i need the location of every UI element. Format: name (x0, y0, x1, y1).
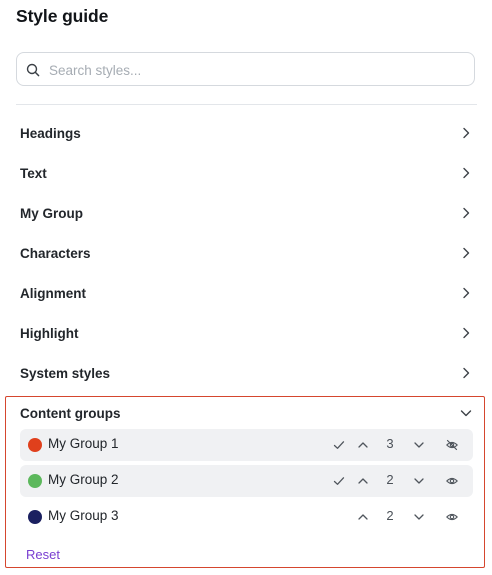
page-title: Style guide (16, 6, 109, 26)
chevron-up-icon[interactable] (357, 511, 369, 523)
group-name: My Group 3 (48, 508, 119, 523)
section-characters[interactable]: Characters (20, 241, 472, 265)
chevron-right-icon (463, 327, 470, 339)
group-color-dot (28, 474, 42, 488)
group-color-dot (28, 510, 42, 524)
chevron-down-icon[interactable] (413, 439, 425, 451)
section-label: Text (20, 165, 47, 181)
eye-off-icon[interactable] (446, 439, 458, 451)
chevron-right-icon (463, 167, 470, 179)
group-count: 2 (386, 508, 394, 523)
eye-icon[interactable] (446, 511, 458, 523)
chevron-right-icon (463, 367, 470, 379)
chevron-down-icon (460, 410, 472, 417)
chevron-right-icon (463, 207, 470, 219)
section-alignment[interactable]: Alignment (20, 281, 472, 305)
search-box[interactable] (16, 52, 475, 87)
content-group-row[interactable]: My Group 2 2 (20, 465, 473, 497)
section-label: Highlight (20, 325, 79, 341)
chevron-right-icon (463, 247, 470, 259)
search-input[interactable] (47, 53, 471, 87)
section-highlight[interactable]: Highlight (20, 321, 472, 345)
chevron-up-icon[interactable] (357, 475, 369, 487)
chevron-down-icon[interactable] (413, 511, 425, 523)
chevron-up-icon[interactable] (357, 439, 369, 451)
eye-icon[interactable] (446, 475, 458, 487)
section-text[interactable]: Text (20, 161, 472, 185)
search-icon (26, 63, 40, 77)
section-label: Content groups (20, 405, 121, 421)
chevron-down-icon[interactable] (413, 475, 425, 487)
section-headings[interactable]: Headings (20, 121, 472, 145)
group-count: 2 (386, 472, 394, 487)
section-my-group[interactable]: My Group (20, 201, 472, 225)
section-content-groups[interactable]: Content groups (20, 401, 472, 425)
section-label: My Group (20, 205, 83, 221)
chevron-right-icon (463, 287, 470, 299)
section-label: Characters (20, 245, 91, 261)
group-count: 3 (386, 436, 394, 451)
content-group-row[interactable]: My Group 1 3 (20, 429, 473, 461)
chevron-right-icon (463, 127, 470, 139)
section-label: System styles (20, 365, 111, 381)
check-icon[interactable] (333, 475, 345, 487)
section-label: Headings (20, 125, 81, 141)
divider (16, 104, 477, 105)
group-name: My Group 2 (48, 472, 119, 487)
section-system-styles[interactable]: System styles (20, 361, 472, 385)
check-icon[interactable] (333, 439, 345, 451)
content-group-row[interactable]: My Group 3 2 (20, 501, 473, 533)
group-name: My Group 1 (48, 436, 119, 451)
reset-link[interactable]: Reset (26, 547, 60, 562)
section-label: Alignment (20, 285, 86, 301)
group-color-dot (28, 438, 42, 452)
